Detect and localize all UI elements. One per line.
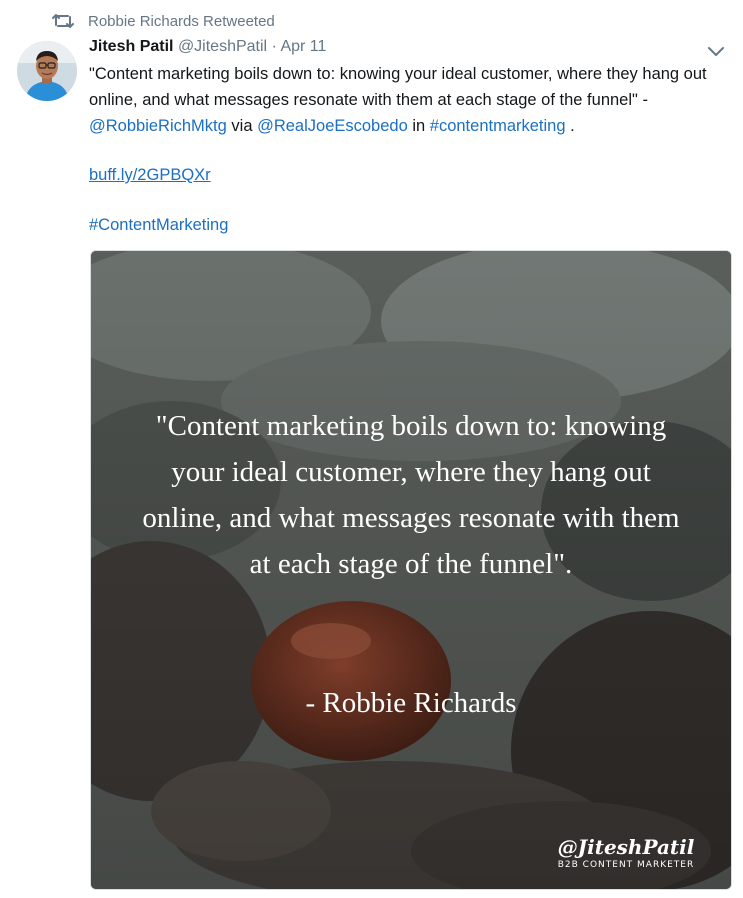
hashtag-contentmarketing-inline[interactable]: #contentmarketing xyxy=(430,117,566,135)
author-name[interactable]: Jitesh Patil xyxy=(89,38,173,55)
retweet-context: Robbie Richards Retweeted xyxy=(52,10,275,32)
author-handle[interactable]: @JiteshPatil xyxy=(178,38,267,55)
tweet-image[interactable]: "Content marketing boils down to: knowin… xyxy=(90,250,732,890)
watermark-signature: @JiteshPatil xyxy=(557,835,695,859)
short-link[interactable]: buff.ly/2GPBQXr xyxy=(89,162,211,188)
tweet-text-part: . xyxy=(565,117,575,135)
mention-robbierichmktg[interactable]: @RobbieRichMktg xyxy=(89,117,227,135)
tweet-date[interactable]: Apr 11 xyxy=(280,38,326,55)
mention-realjoeescobedo[interactable]: @RealJoeEscobedo xyxy=(257,117,408,135)
watermark-subtitle: B2B CONTENT MARKETER xyxy=(557,860,695,870)
retweet-label[interactable]: Robbie Richards Retweeted xyxy=(88,13,275,30)
chevron-down-icon[interactable] xyxy=(705,40,727,62)
avatar[interactable] xyxy=(17,41,77,101)
tweet-text: "Content marketing boils down to: knowin… xyxy=(89,61,719,139)
tweet-card[interactable]: Robbie Richards Retweeted Jitesh Patil @… xyxy=(0,0,743,898)
tweet-text-part: in xyxy=(407,117,430,135)
tweet-text-part: via xyxy=(226,117,258,135)
tweet-text-part: "Content marketing boils down to: knowin… xyxy=(89,65,707,109)
retweet-icon xyxy=(52,12,74,30)
image-watermark: @JiteshPatil B2B CONTENT MARKETER xyxy=(551,835,701,871)
image-quote: "Content marketing boils down to: knowin… xyxy=(142,410,680,580)
tweet-header: Jitesh Patil @JiteshPatil · Apr 11 xyxy=(89,38,326,60)
image-quote-author: - Robbie Richards xyxy=(305,687,517,719)
header-separator: · xyxy=(271,38,277,55)
hashtag-contentmarketing[interactable]: #ContentMarketing xyxy=(89,212,228,238)
